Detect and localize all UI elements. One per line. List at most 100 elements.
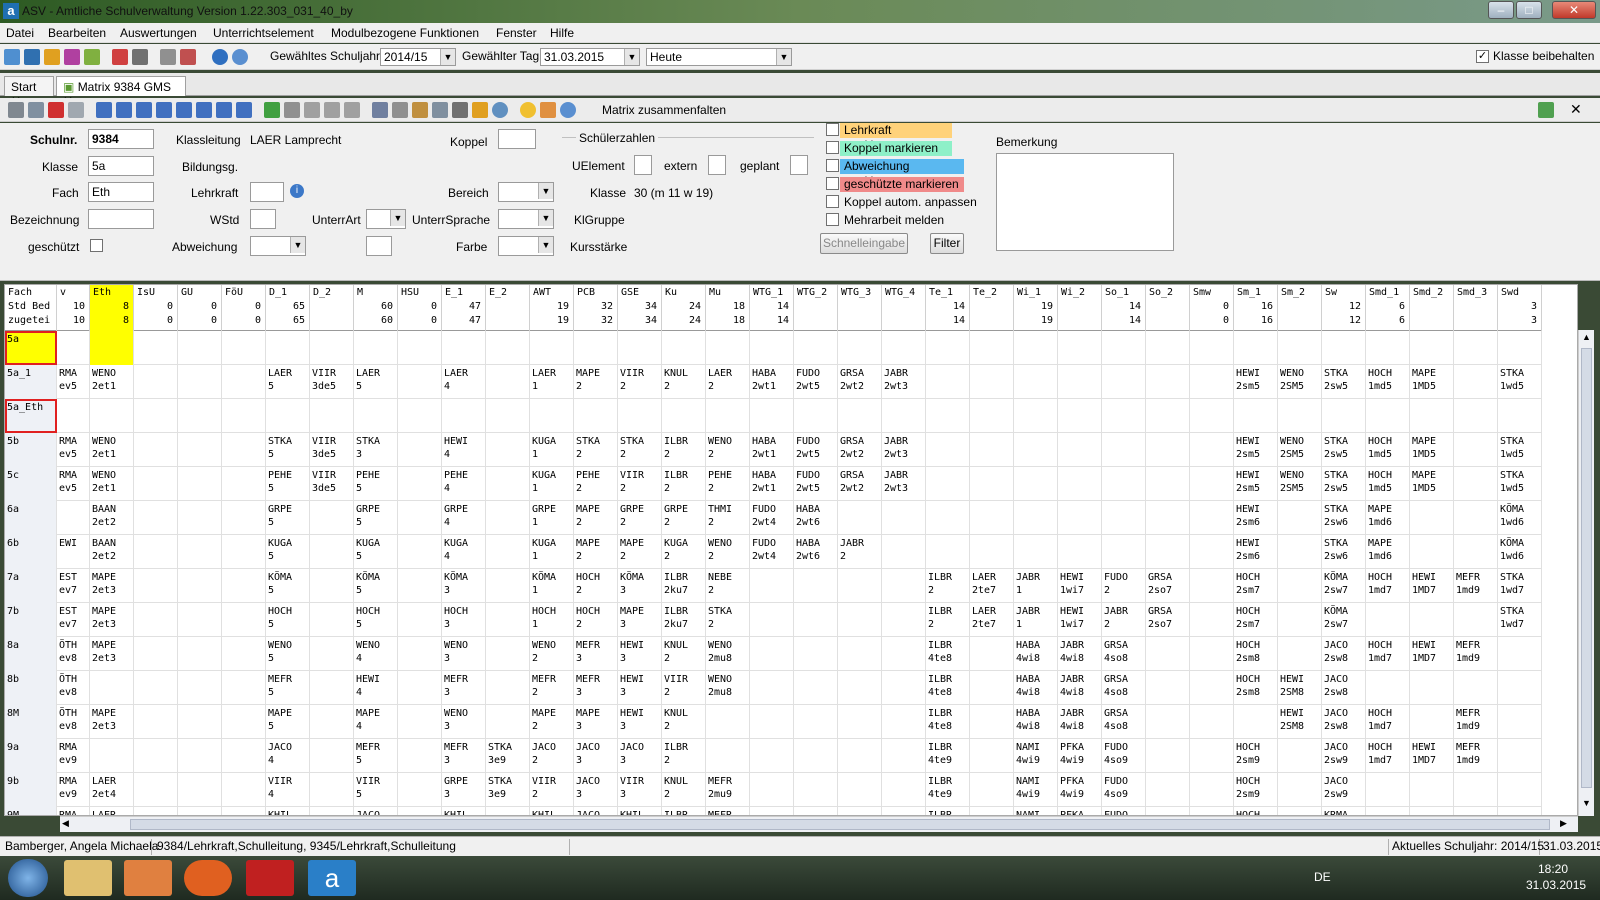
matrix-cell[interactable] — [1498, 399, 1542, 433]
matrix-cell[interactable]: MAPE 2et3 — [90, 637, 134, 671]
matrix-cell[interactable]: RMA — [57, 807, 90, 815]
matrix-cell[interactable]: STKA 3e9 — [486, 739, 530, 773]
column-header[interactable]: Te_1 14 14 — [926, 285, 970, 331]
matrix-cell[interactable]: PEHE 5 — [266, 467, 310, 501]
column-header[interactable]: Swd 3 3 — [1498, 285, 1542, 331]
matrix-cell[interactable]: BAAN 2et2 — [90, 535, 134, 569]
matrix-cell[interactable] — [1498, 671, 1542, 705]
matrix-cell[interactable]: KÖMA 3 — [442, 569, 486, 603]
matrix-cell[interactable]: MAPE 3 — [618, 603, 662, 637]
matrix-cell[interactable]: FUDO 4so9 — [1102, 739, 1146, 773]
matrix-cell[interactable] — [1366, 331, 1410, 365]
matrix-cell[interactable] — [882, 331, 926, 365]
matrix-cell[interactable]: LAER 2te7 — [970, 603, 1014, 637]
matrix-cell[interactable]: HOCH 2sm8 — [1234, 637, 1278, 671]
matrix-cell[interactable]: GRSA 2wt2 — [838, 467, 882, 501]
matrix-cell[interactable] — [134, 569, 178, 603]
matrix-cell[interactable] — [618, 399, 662, 433]
matrix-cell[interactable] — [1410, 671, 1454, 705]
matrix-cell[interactable]: MAPE 2et3 — [90, 603, 134, 637]
matrix-cell[interactable] — [178, 637, 222, 671]
menu-modulbezogene-funktionen[interactable]: Modulbezogene Funktionen — [331, 26, 479, 40]
matrix-cell[interactable] — [530, 399, 574, 433]
matrix-cell[interactable]: MEFR 5 — [354, 739, 398, 773]
matrix-cell[interactable]: PEHE 4 — [442, 467, 486, 501]
matrix-cell[interactable]: WENO 2 — [706, 535, 750, 569]
matrix-cell[interactable] — [1146, 773, 1190, 807]
abweichung-markieren-checkbox[interactable] — [826, 159, 839, 172]
matrix-cell[interactable] — [838, 569, 882, 603]
matrix-cell[interactable] — [1146, 365, 1190, 399]
copy-icon[interactable] — [324, 102, 340, 118]
matrix-cell[interactable] — [134, 807, 178, 815]
matrix-cell[interactable] — [794, 637, 838, 671]
matrix-cell[interactable] — [1366, 603, 1410, 637]
edit-icon[interactable] — [412, 102, 428, 118]
matrix-cell[interactable]: JABR 1 — [1014, 569, 1058, 603]
matrix-cell[interactable] — [134, 739, 178, 773]
matrix-cell[interactable]: MEFR — [706, 807, 750, 815]
matrix-cell[interactable]: MEFR 3 — [574, 671, 618, 705]
matrix-cell[interactable] — [178, 399, 222, 433]
schnelleingabe-button[interactable]: Schnelleingabe — [820, 233, 908, 254]
matrix-cell[interactable] — [1190, 433, 1234, 467]
bereich-select[interactable]: ▼ — [498, 182, 554, 202]
matrix-cell[interactable]: PFKA — [1058, 807, 1102, 815]
matrix-cell[interactable] — [486, 637, 530, 671]
matrix-cell[interactable] — [1102, 331, 1146, 365]
matrix-cell[interactable]: STKA 3 — [354, 433, 398, 467]
matrix-cell[interactable] — [90, 739, 134, 773]
matrix-cell[interactable] — [750, 807, 794, 815]
matrix-cell[interactable] — [1454, 671, 1498, 705]
matrix-cell[interactable] — [90, 671, 134, 705]
save-icon[interactable] — [8, 102, 24, 118]
window-icon[interactable] — [180, 49, 196, 65]
column-header[interactable]: GU 0 0 — [178, 285, 222, 331]
matrix-cell[interactable] — [750, 705, 794, 739]
matrix-cell[interactable]: HEWI 4 — [442, 433, 486, 467]
matrix-cell[interactable]: PEHE 2 — [706, 467, 750, 501]
menu-fenster[interactable]: Fenster — [496, 26, 537, 40]
matrix-cell[interactable] — [970, 433, 1014, 467]
matrix-cell[interactable]: HABA 2wt1 — [750, 433, 794, 467]
search-icon[interactable] — [372, 102, 388, 118]
matrix-cell[interactable] — [838, 637, 882, 671]
matrix-cell[interactable]: MAPE 2et3 — [90, 705, 134, 739]
matrix-cell[interactable] — [1278, 399, 1322, 433]
matrix-cell[interactable] — [354, 331, 398, 365]
matrix-cell[interactable] — [1146, 467, 1190, 501]
matrix-cell[interactable]: HOCH 2sm9 — [1234, 773, 1278, 807]
matrix-cell[interactable] — [970, 365, 1014, 399]
matrix-cell[interactable] — [1058, 501, 1102, 535]
media-player-taskbar-button[interactable] — [124, 860, 172, 896]
asv-taskbar-button[interactable]: a — [308, 860, 356, 896]
matrix-cell[interactable]: KÖMA 5 — [266, 569, 310, 603]
matrix-cell[interactable] — [882, 637, 926, 671]
matrix-cell[interactable]: HEWI 2sm5 — [1234, 433, 1278, 467]
matrix-cell[interactable] — [222, 399, 266, 433]
matrix-cell[interactable]: PFKA 4wi9 — [1058, 773, 1102, 807]
matrix-cell[interactable]: STKA 3e9 — [486, 773, 530, 807]
matrix-cell[interactable]: VIIR 2 — [618, 467, 662, 501]
matrix-cell[interactable] — [574, 399, 618, 433]
matrix-cell[interactable]: JABR 2wt3 — [882, 365, 926, 399]
klasse-field[interactable]: 5a — [88, 156, 154, 176]
matrix-cell[interactable] — [1146, 671, 1190, 705]
matrix-cell[interactable]: HOCH 3 — [442, 603, 486, 637]
geplant-field[interactable] — [790, 155, 808, 175]
matrix-cell[interactable] — [1058, 365, 1102, 399]
matrix-cell[interactable]: HEWI 1wi7 — [1058, 569, 1102, 603]
matrix-cell[interactable]: KÖMA 1wd6 — [1498, 501, 1542, 535]
clock-icon[interactable] — [492, 102, 508, 118]
matrix-cell[interactable] — [838, 807, 882, 815]
matrix-cell[interactable]: LAER 2te7 — [970, 569, 1014, 603]
row-label[interactable]: 9a — [5, 739, 57, 773]
matrix-cell[interactable]: MAPE 2 — [618, 535, 662, 569]
print-icon[interactable] — [132, 49, 148, 65]
matrix-cell[interactable]: VIIR 2 — [662, 671, 706, 705]
matrix-cell[interactable] — [1278, 535, 1322, 569]
column-header[interactable]: D_2 — [310, 285, 354, 331]
matrix-cell[interactable] — [970, 467, 1014, 501]
column-header[interactable]: M 60 60 — [354, 285, 398, 331]
column-header[interactable]: Sw 12 12 — [1322, 285, 1366, 331]
